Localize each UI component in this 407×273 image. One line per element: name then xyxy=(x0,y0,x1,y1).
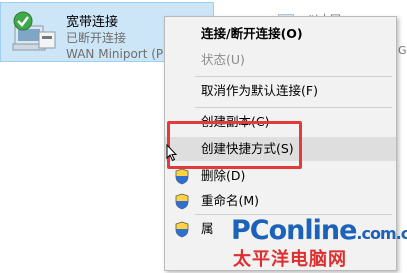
shield-icon xyxy=(175,168,189,185)
menu-separator xyxy=(195,76,392,77)
shield-icon xyxy=(175,221,189,238)
connection-status: 已断开连接 xyxy=(66,31,127,45)
watermark-domain: .com.cn xyxy=(356,224,407,243)
highlight-box xyxy=(167,121,302,169)
ethernet-device-label: Gi xyxy=(398,44,407,57)
menu-separator xyxy=(195,107,392,108)
cursor-icon xyxy=(166,144,178,162)
watermark-brand: PConline.com.cn xyxy=(231,215,407,246)
network-connection-icon xyxy=(12,11,56,51)
connection-name: 宽带连接 xyxy=(66,15,119,30)
menu-item-status[interactable]: 状态(U) xyxy=(165,48,396,72)
menu-item-cancel-default[interactable]: 取消作为默认连接(F) xyxy=(165,79,396,103)
watermark-brand-name: PConline xyxy=(231,215,357,246)
menu-item-rename[interactable]: 重命名(M) xyxy=(165,189,396,213)
watermark-chinese: 太平洋电脑网 xyxy=(233,249,347,270)
menu-item-label: 重命名(M) xyxy=(201,193,260,208)
menu-item-label: 属 xyxy=(201,221,214,236)
shield-icon xyxy=(175,193,189,210)
connection-device: WAN Miniport (P xyxy=(66,47,164,61)
menu-item-label: 删除(D) xyxy=(201,168,246,183)
menu-item-connect-disconnect[interactable]: 连接/断开连接(O) xyxy=(165,22,396,46)
